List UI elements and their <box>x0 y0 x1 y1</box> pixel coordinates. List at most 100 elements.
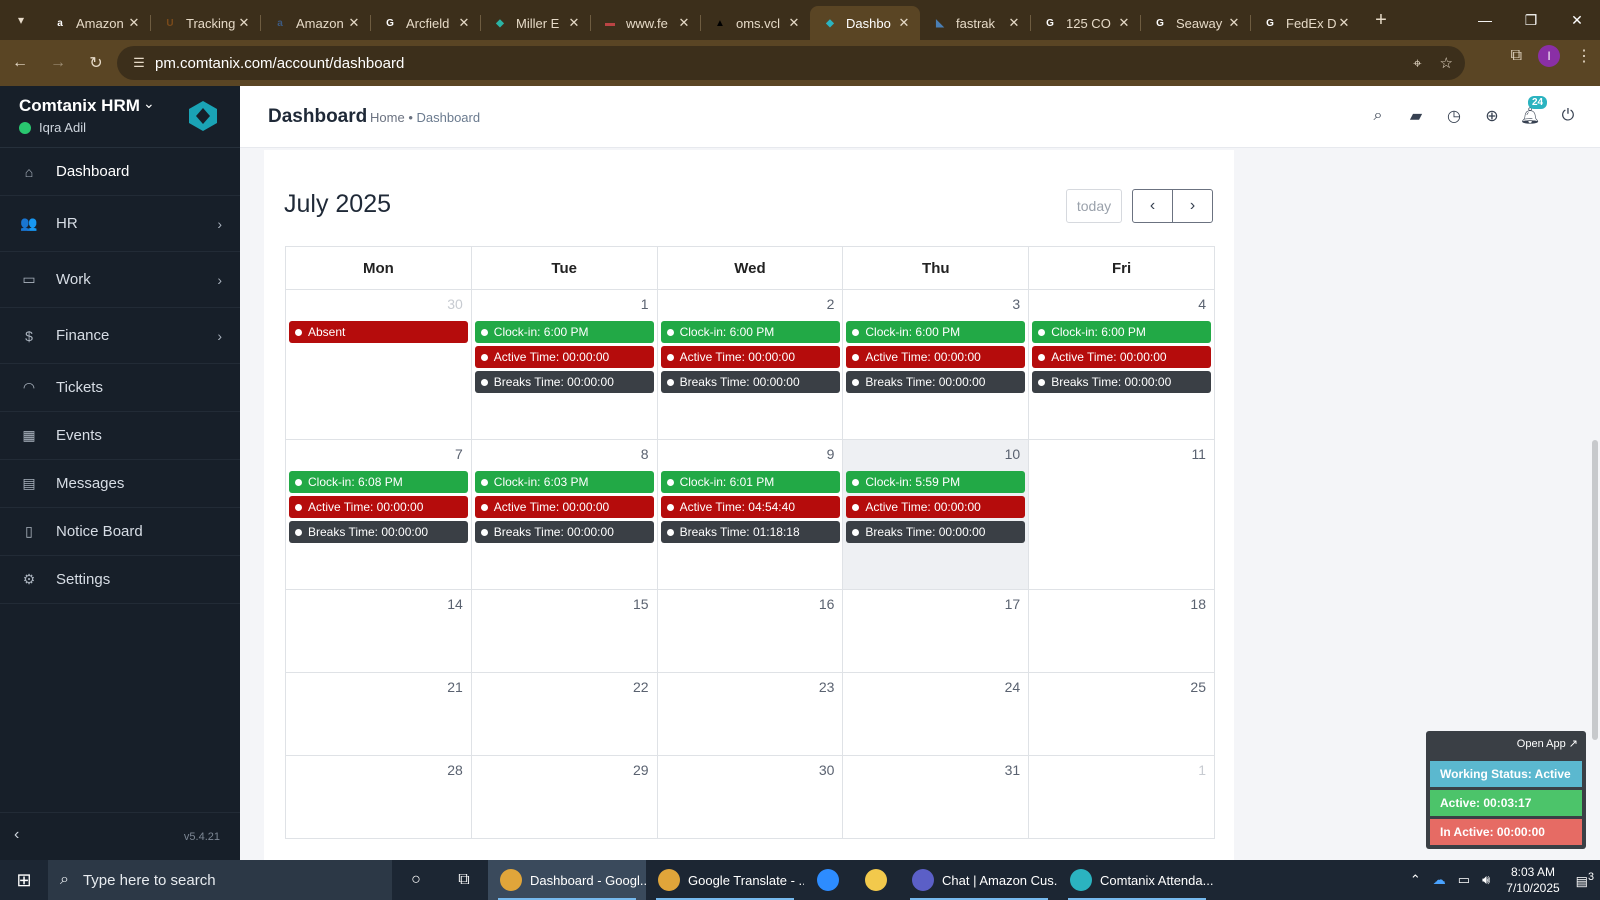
chevron-down-icon[interactable]: ⌄ <box>143 95 155 112</box>
taskbar-app[interactable]: Google Translate - ... <box>646 860 804 900</box>
day-number[interactable]: 30 <box>819 762 835 778</box>
url-text[interactable]: pm.comtanix.com/account/dashboard <box>155 55 404 72</box>
day-number[interactable]: 17 <box>1005 596 1021 612</box>
network-icon[interactable]: ▭ <box>1458 872 1470 888</box>
onedrive-icon[interactable]: ☁ <box>1433 872 1446 888</box>
comtanix-logo-icon[interactable] <box>187 100 219 132</box>
breadcrumb-home[interactable]: Home <box>370 110 405 125</box>
sidebar-item-work[interactable]: ▭ Work › <box>0 252 240 308</box>
calendar-event[interactable]: Clock-in: 6:00 PM <box>474 321 654 343</box>
calendar-day-cell[interactable]: 11 <box>1029 440 1215 590</box>
day-number[interactable]: 1 <box>1198 762 1206 778</box>
day-number[interactable]: 30 <box>447 296 463 312</box>
brand-header[interactable]: Comtanix HRM ⌄ Iqra Adil <box>0 86 240 148</box>
day-number[interactable]: 1 <box>641 296 649 312</box>
calendar-day-cell[interactable]: 18 <box>1029 590 1215 673</box>
calendar-day-cell[interactable]: 17 <box>843 590 1030 673</box>
browser-tab[interactable]: a Amazon ✕ <box>40 6 150 40</box>
close-tab-icon[interactable]: ✕ <box>896 15 912 31</box>
day-number[interactable]: 10 <box>1005 446 1021 462</box>
taskbar-app[interactable]: Dashboard - Googl... <box>488 860 646 900</box>
open-app-link[interactable]: Open App ↗ <box>1517 737 1578 750</box>
sidebar-item-notice-board[interactable]: ▯ Notice Board <box>0 508 240 556</box>
bookmark-star-icon[interactable]: ☆ <box>1440 54 1453 72</box>
day-number[interactable]: 11 <box>1191 446 1206 462</box>
brand-name[interactable]: Comtanix HRM <box>19 96 140 116</box>
day-number[interactable]: 3 <box>1012 296 1020 312</box>
address-bar[interactable]: ☰ pm.comtanix.com/account/dashboard ⌖ ☆ <box>117 46 1465 80</box>
calendar-event[interactable]: Clock-in: 6:03 PM <box>474 471 654 493</box>
bell-icon[interactable]: 🔔︎ 24 <box>1518 96 1548 128</box>
sidebar-item-messages[interactable]: ▤ Messages <box>0 460 240 508</box>
close-tab-icon[interactable]: ✕ <box>1226 15 1242 31</box>
day-number[interactable]: 8 <box>641 446 649 462</box>
taskbar-clock[interactable]: 8:03 AM 7/10/2025 <box>1506 864 1559 896</box>
calendar-day-cell[interactable]: 2 Clock-in: 6:00 PM Active Time: 00:00:00 B… <box>657 290 844 440</box>
calendar-event[interactable]: Breaks Time: 00:00:00 <box>474 521 654 543</box>
restore-icon[interactable]: ❐ <box>1508 0 1554 40</box>
minimize-icon[interactable]: — <box>1462 0 1508 40</box>
browser-tab[interactable]: G Seaway ✕ <box>1140 6 1250 40</box>
back-icon[interactable]: ← <box>2 45 38 81</box>
file-explorer-icon[interactable] <box>852 860 900 900</box>
calendar-day-cell[interactable]: 22 <box>471 673 658 756</box>
action-center-icon[interactable]: ▤3 <box>1576 871 1594 889</box>
calendar-event[interactable]: Active Time: 00:00:00 <box>289 496 468 518</box>
calendar-day-cell[interactable]: 30 <box>657 756 844 839</box>
calendar-day-cell[interactable]: 16 <box>657 590 844 673</box>
calendar-day-cell[interactable]: 4 Clock-in: 6:00 PM Active Time: 00:00:00 B… <box>1029 290 1215 440</box>
calendar-day-cell[interactable]: 24 <box>843 673 1030 756</box>
calendar-event[interactable]: Clock-in: 6:01 PM <box>660 471 840 493</box>
calendar-event[interactable]: Breaks Time: 00:00:00 <box>846 371 1026 393</box>
sidebar-item-hr[interactable]: 👥 HR › <box>0 196 240 252</box>
day-number[interactable]: 9 <box>827 446 835 462</box>
browser-tab[interactable]: U Tracking ✕ <box>150 6 260 40</box>
calendar-day-cell[interactable]: 28 <box>286 756 472 839</box>
browser-tab[interactable]: ◆ Miller E ✕ <box>480 6 590 40</box>
day-number[interactable]: 18 <box>1190 596 1206 612</box>
page-scrollbar[interactable] <box>1592 440 1598 740</box>
day-number[interactable]: 7 <box>455 446 463 462</box>
close-tab-icon[interactable]: ✕ <box>126 15 142 31</box>
calendar-day-cell[interactable]: 30 Absent <box>286 290 472 440</box>
calendar-event[interactable]: Clock-in: 5:59 PM <box>846 471 1026 493</box>
close-tab-icon[interactable]: ✕ <box>566 15 582 31</box>
forward-icon[interactable]: → <box>40 45 76 81</box>
day-number[interactable]: 24 <box>1005 679 1021 695</box>
calendar-day-cell[interactable]: 9 Clock-in: 6:01 PM Active Time: 04:54:40 B… <box>657 440 844 590</box>
calendar-event[interactable]: Active Time: 00:00:00 <box>474 346 654 368</box>
taskbar-app[interactable]: Comtanix Attenda... <box>1058 860 1216 900</box>
calendar-event[interactable]: Active Time: 04:54:40 <box>660 496 840 518</box>
day-number[interactable]: 2 <box>827 296 835 312</box>
taskbar-app[interactable]: Chat | Amazon Cus... <box>900 860 1058 900</box>
reload-icon[interactable]: ↻ <box>78 45 114 81</box>
day-number[interactable]: 15 <box>633 596 649 612</box>
site-info-icon[interactable]: ☰ <box>125 55 153 71</box>
calendar-event[interactable]: Absent <box>289 321 468 343</box>
calendar-event[interactable]: Clock-in: 6:00 PM <box>660 321 840 343</box>
calendar-day-cell[interactable]: 21 <box>286 673 472 756</box>
day-number[interactable]: 4 <box>1198 296 1206 312</box>
sidebar-item-finance[interactable]: $ Finance › <box>0 308 240 364</box>
extensions-icon[interactable]: ⧉ <box>1511 47 1522 65</box>
calendar-event[interactable]: Clock-in: 6:08 PM <box>289 471 468 493</box>
calendar-event[interactable]: Active Time: 00:00:00 <box>846 496 1026 518</box>
calendar-event[interactable]: Breaks Time: 01:18:18 <box>660 521 840 543</box>
calendar-day-cell[interactable]: 15 <box>471 590 658 673</box>
close-tab-icon[interactable]: ✕ <box>456 15 472 31</box>
close-tab-icon[interactable]: ✕ <box>786 15 802 31</box>
close-tab-icon[interactable]: ✕ <box>346 15 362 31</box>
calendar-day-cell[interactable]: 31 <box>843 756 1030 839</box>
day-number[interactable]: 22 <box>633 679 649 695</box>
close-tab-icon[interactable]: ✕ <box>676 15 692 31</box>
browser-tab[interactable]: a Amazon ✕ <box>260 6 370 40</box>
calendar-day-cell[interactable]: 1 <box>1029 756 1215 839</box>
calendar-day-cell[interactable]: 14 <box>286 590 472 673</box>
calendar-event[interactable]: Active Time: 00:00:00 <box>846 346 1026 368</box>
browser-tab[interactable]: ▲ oms.vcl ✕ <box>700 6 810 40</box>
sidebar-item-settings[interactable]: ⚙ Settings <box>0 556 240 604</box>
task-view-icon[interactable]: ⧉ <box>440 860 488 900</box>
day-number[interactable]: 29 <box>633 762 649 778</box>
close-tab-icon[interactable]: ✕ <box>1006 15 1022 31</box>
profile-avatar[interactable]: I <box>1538 45 1560 67</box>
